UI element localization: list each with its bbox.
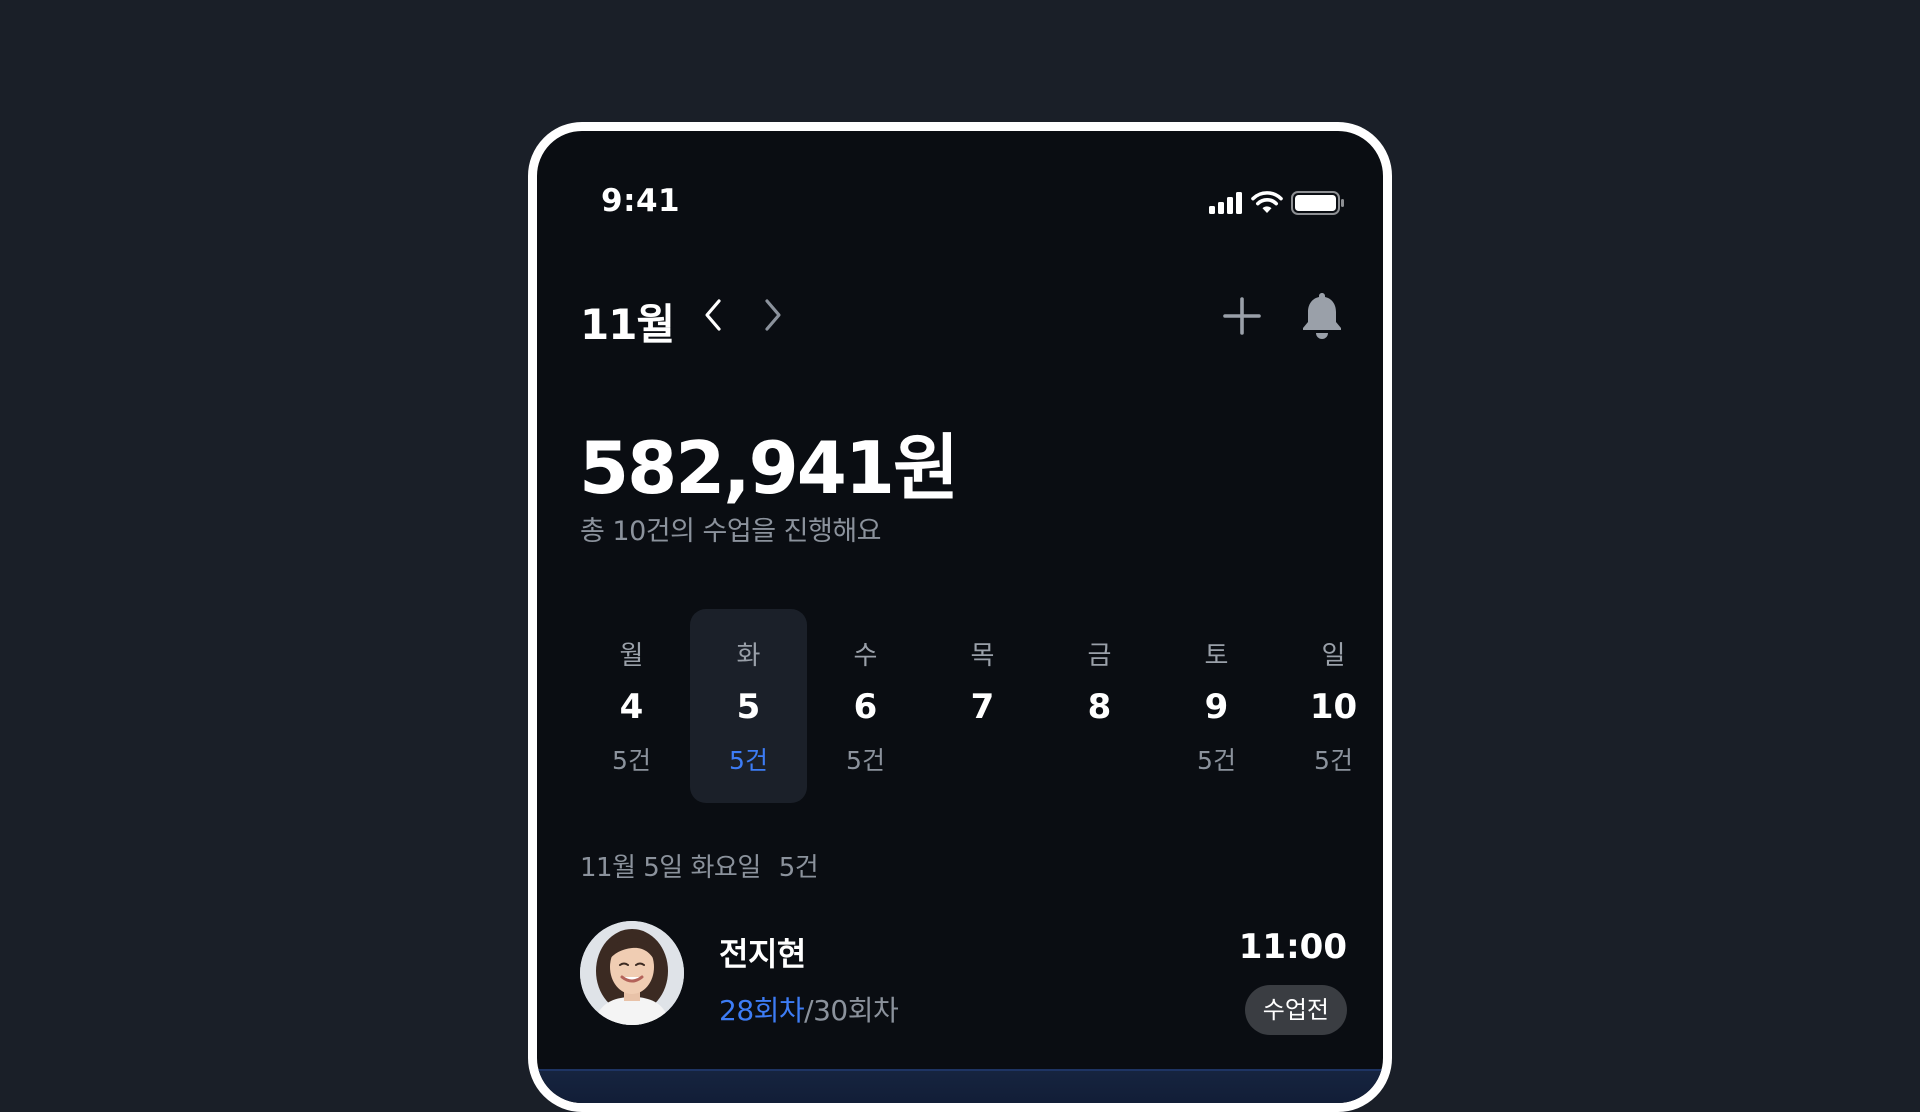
day-item[interactable]: 일 10 5건 (1275, 609, 1383, 803)
total-amount: 582,941원 (579, 426, 959, 510)
battery-icon (1291, 191, 1344, 215)
day-name: 토 (1204, 641, 1229, 671)
notification-button[interactable] (1295, 287, 1349, 343)
prev-month-button[interactable] (693, 293, 733, 337)
day-count: 5건 (1314, 746, 1353, 775)
next-month-button[interactable] (753, 293, 793, 337)
lesson-time: 11:00 (1238, 927, 1347, 967)
status-time: 9:41 (601, 183, 681, 219)
chevron-right-icon (765, 299, 781, 331)
day-number: 9 (1204, 687, 1229, 727)
day-item[interactable]: 수 6 5건 (807, 609, 924, 803)
day-number: 6 (853, 687, 878, 727)
day-number: 5 (736, 687, 761, 727)
day-item[interactable]: 목 7 (924, 609, 1041, 803)
next-lesson-card[interactable] (537, 1069, 1383, 1103)
day-count: 5건 (1197, 746, 1236, 775)
day-number: 4 (619, 687, 644, 727)
day-count: 5건 (729, 746, 768, 775)
plus-icon (1223, 297, 1261, 335)
add-button[interactable] (1217, 291, 1267, 341)
schedule-date: 11월 5일 화요일 (580, 853, 761, 883)
student-name: 전지현 (719, 935, 806, 973)
day-count: 5건 (612, 746, 651, 775)
session-progress: 28회차/30회차 (719, 989, 899, 1029)
avatar (580, 921, 684, 1025)
summary-text: 총 10건의 수업을 진행해요 (580, 516, 882, 547)
day-number: 7 (970, 687, 995, 727)
day-item[interactable]: 토 9 5건 (1158, 609, 1275, 803)
session-current: 28회차 (719, 994, 805, 1027)
month-title: 11월 (580, 300, 675, 349)
day-number: 8 (1087, 687, 1112, 727)
day-number: 10 (1309, 687, 1358, 727)
session-total: /30회차 (804, 994, 899, 1027)
wifi-icon (1251, 191, 1283, 213)
day-name: 수 (853, 641, 878, 671)
student-photo (580, 921, 684, 1025)
day-name: 화 (736, 641, 761, 671)
chevron-left-icon (705, 299, 721, 331)
week-selector: 월 4 5건 화 5 5건 수 6 5건 목 7 금 8 토 9 5건 일 10… (573, 609, 1383, 803)
day-name: 목 (970, 641, 995, 671)
day-name: 금 (1087, 641, 1112, 671)
schedule-count: 5건 (778, 853, 819, 883)
day-name: 일 (1321, 641, 1346, 671)
day-item[interactable]: 금 8 (1041, 609, 1158, 803)
day-item-selected[interactable]: 화 5 5건 (690, 609, 807, 803)
schedule-date-header: 11월 5일 화요일 5건 (580, 847, 836, 884)
status-icons (1209, 191, 1345, 215)
signal-icon (1209, 192, 1242, 214)
day-count: 5건 (846, 746, 885, 775)
day-item[interactable]: 월 4 5건 (573, 609, 690, 803)
status-badge: 수업전 (1244, 985, 1347, 1035)
day-name: 월 (619, 641, 644, 671)
phone-frame: 9:41 11월 582,941원 총 10건의 수업을 진행해요 월 4 5건… (528, 122, 1392, 1112)
bell-icon (1303, 293, 1341, 339)
